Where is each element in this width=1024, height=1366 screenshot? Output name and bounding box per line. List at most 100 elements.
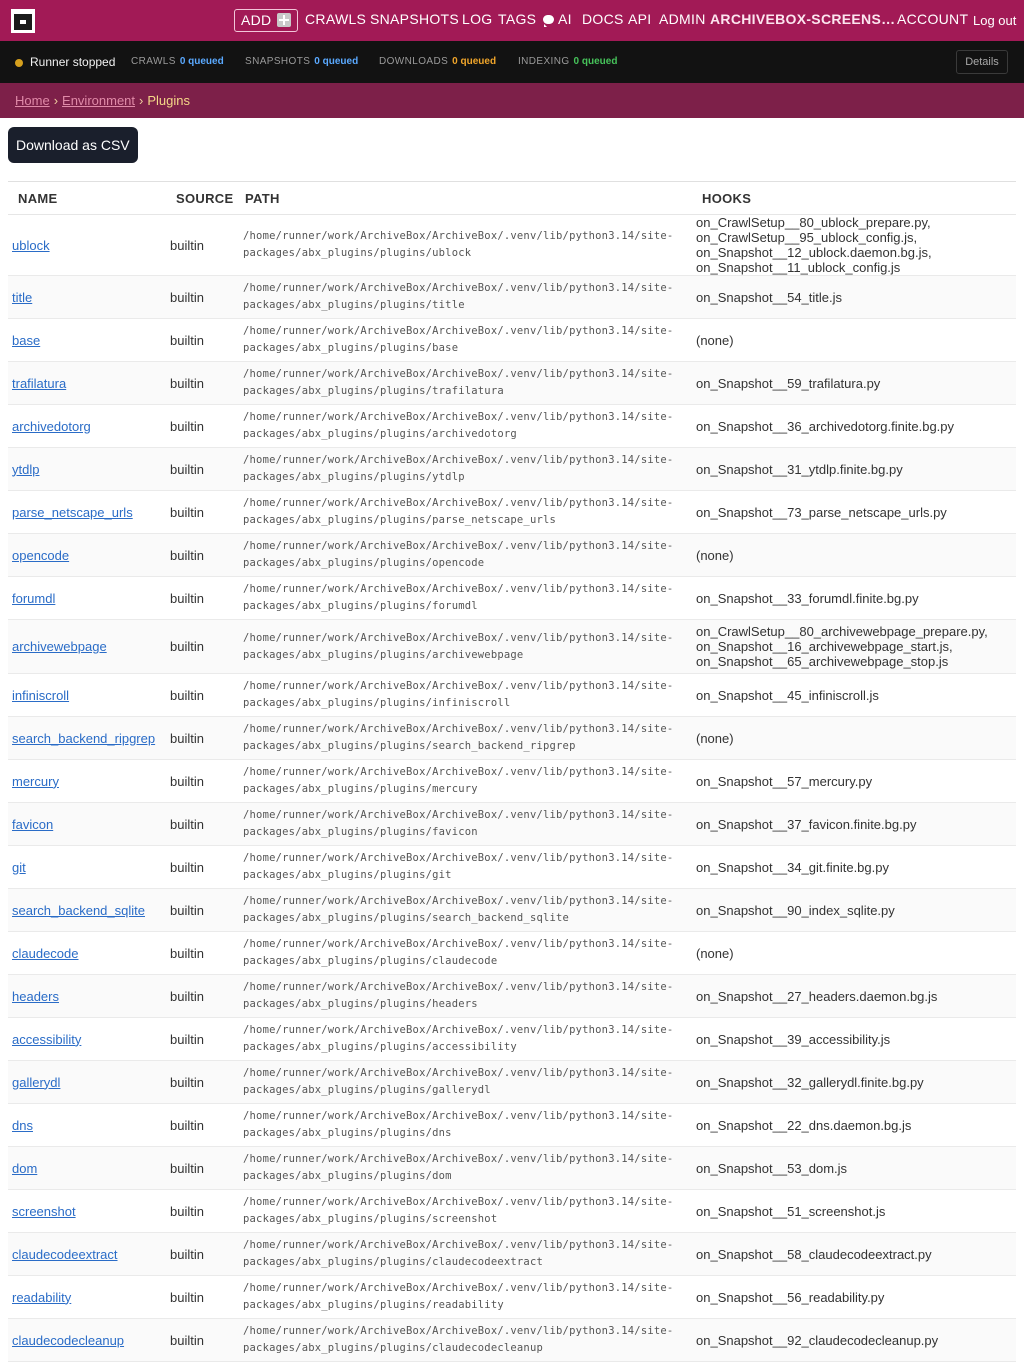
plugin-hooks: on_Snapshot__59_trafilatura.py [696, 362, 1016, 405]
plugin-name-link[interactable]: claudecode [12, 946, 79, 961]
plugin-source: builtin [170, 1074, 204, 1090]
plugin-name-link[interactable]: claudecodecleanup [12, 1333, 124, 1348]
plugin-name-link[interactable]: trafilatura [12, 376, 66, 391]
add-button[interactable]: ADD [234, 9, 299, 32]
logout-link[interactable]: Log out [973, 13, 1016, 28]
table-row: favicon builtin/home/runner/work/ArchiveB… [8, 802, 1016, 846]
table-row: claudecodecleanup builtin/home/runner/wor… [8, 1318, 1016, 1362]
plugin-name-link[interactable]: favicon [12, 817, 53, 832]
snapshots-stat-label: SNAPSHOTS [245, 56, 311, 67]
plugin-hooks: on_Snapshot__53_dom.js [696, 1147, 1016, 1190]
plugin-name-link[interactable]: git [12, 860, 26, 875]
hook-item: on_Snapshot__31_ytdlp.finite.bg.py [696, 461, 903, 477]
plugin-source: builtin [170, 773, 204, 789]
plugin-path: /home/runner/work/ArchiveBox/ArchiveBox/… [243, 938, 674, 967]
plugin-hooks: on_Snapshot__27_headers.daemon.bg.js [696, 975, 1016, 1018]
column-header-path[interactable]: PATH [243, 181, 696, 215]
plugin-path: /home/runner/work/ArchiveBox/ArchiveBox/… [243, 852, 674, 881]
plugin-name-link[interactable]: title [12, 290, 32, 305]
nav-docs[interactable]: DOCS [582, 11, 624, 27]
nav-api[interactable]: API [628, 11, 651, 27]
plugin-hooks: on_Snapshot__58_claudecodeextract.py [696, 1233, 1016, 1276]
plugin-name-cell: infiniscroll [8, 674, 170, 717]
table-row: ytdlp builtin/home/runner/work/ArchiveBox… [8, 447, 1016, 491]
plugin-hooks: on_CrawlSetup__80_ublock_prepare.py, on_C… [696, 215, 1016, 276]
plugin-name-link[interactable]: readability [12, 1290, 71, 1305]
plugin-name-link[interactable]: archivedotorg [12, 419, 91, 434]
plugin-hooks: on_Snapshot__22_dns.daemon.bg.js [696, 1104, 1016, 1147]
plugin-name-link[interactable]: accessibility [12, 1032, 81, 1047]
plugin-source: builtin [170, 1289, 204, 1305]
plugin-name-link[interactable]: search_backend_sqlite [12, 903, 145, 918]
hook-item: on_CrawlSetup__95_ublock_config.js, [696, 230, 918, 245]
plugin-source: builtin [170, 504, 204, 520]
nav-admin[interactable]: ADMIN [659, 11, 706, 27]
plugin-name-link[interactable]: base [12, 333, 40, 348]
plugin-source: builtin [170, 988, 204, 1004]
table-row: parse_netscape_urls builtin/home/runner/w… [8, 490, 1016, 534]
nav-account[interactable]: ACCOUNT [897, 11, 968, 27]
plugin-name-link[interactable]: gallerydl [12, 1075, 60, 1090]
table-row: archivedotorg builtin/home/runner/work/Ar… [8, 404, 1016, 448]
plugin-name-link[interactable]: dom [12, 1161, 37, 1176]
plugin-name-cell: parse_netscape_urls [8, 491, 170, 534]
table-row: base builtin/home/runner/work/ArchiveBox/… [8, 318, 1016, 362]
hook-item: on_Snapshot__45_infiniscroll.js [696, 687, 879, 703]
plugin-hooks: (none) [696, 319, 1016, 362]
nav-tags[interactable]: TAGS [498, 11, 536, 27]
details-button[interactable]: Details [956, 50, 1008, 74]
plugin-name-link[interactable]: claudecodeextract [12, 1247, 118, 1262]
plugin-name-link[interactable]: screenshot [12, 1204, 76, 1219]
table-row: archivewebpage builtin/home/runner/work/A… [8, 619, 1016, 674]
plugin-path: /home/runner/work/ArchiveBox/ArchiveBox/… [243, 1325, 674, 1354]
plugin-name-link[interactable]: headers [12, 989, 59, 1004]
table-row: gallerydl builtin/home/runner/work/Archiv… [8, 1060, 1016, 1104]
plugin-name-link[interactable]: forumdl [12, 591, 55, 606]
table-row: forumdl builtin/home/runner/work/ArchiveB… [8, 576, 1016, 620]
plugin-name-cell: readability [8, 1276, 170, 1319]
nav-snapshots[interactable]: SNAPSHOTS [370, 11, 459, 27]
plugin-path: /home/runner/work/ArchiveBox/ArchiveBox/… [243, 1024, 674, 1053]
hook-item: (none) [696, 332, 734, 348]
plugin-path: /home/runner/work/ArchiveBox/ArchiveBox/… [243, 1239, 674, 1268]
table-row: ublock builtin/home/runner/work/ArchiveBo… [8, 214, 1016, 276]
breadcrumb-environment[interactable]: Environment [62, 93, 135, 108]
plugin-name-link[interactable]: search_backend_ripgrep [12, 731, 155, 746]
hook-item: on_Snapshot__36_archivedotorg.finite.bg.… [696, 418, 955, 434]
plugin-name-link[interactable]: ytdlp [12, 462, 39, 477]
plugin-source: builtin [170, 461, 204, 477]
plugin-name-cell: headers [8, 975, 170, 1018]
nav-log[interactable]: LOG [462, 11, 492, 27]
column-header-source[interactable]: SOURCE [170, 181, 243, 215]
hook-item: on_Snapshot__32_gallerydl.finite.bg.py [696, 1074, 924, 1090]
plugin-name-cell: accessibility [8, 1018, 170, 1061]
breadcrumb-home[interactable]: Home [15, 93, 50, 108]
breadcrumb-separator: › [139, 93, 144, 108]
table-row: claudecode builtin/home/runner/work/Archi… [8, 931, 1016, 975]
column-header-hooks[interactable]: HOOKS [696, 181, 1016, 215]
nav-site-name[interactable]: ARCHIVEBOX-SCREENS… [710, 11, 895, 27]
plugin-source: builtin [170, 945, 204, 961]
crawls-stat: CRAWLS 0 queued [131, 56, 224, 67]
column-header-name[interactable]: NAME [8, 181, 170, 215]
archivebox-logo-icon[interactable] [11, 9, 35, 33]
plugin-source: builtin [170, 687, 204, 703]
plugin-hooks: on_Snapshot__56_readability.py [696, 1276, 1016, 1319]
plugin-name-link[interactable]: archivewebpage [12, 639, 107, 654]
plugin-name-link[interactable]: ublock [12, 238, 50, 253]
plugin-source: builtin [170, 902, 204, 918]
plugin-path: /home/runner/work/ArchiveBox/ArchiveBox/… [243, 411, 674, 440]
table-row: dns builtin/home/runner/work/ArchiveBox/A… [8, 1103, 1016, 1147]
plugin-hooks: on_Snapshot__51_screenshot.js [696, 1190, 1016, 1233]
plugin-name-link[interactable]: mercury [12, 774, 59, 789]
plugin-hooks: on_Snapshot__33_forumdl.finite.bg.py [696, 577, 1016, 620]
plugin-name-link[interactable]: dns [12, 1118, 33, 1133]
plugin-name-link[interactable]: infiniscroll [12, 688, 69, 703]
plugin-hooks: on_Snapshot__54_title.js [696, 276, 1016, 319]
download-csv-button[interactable]: Download as CSV [8, 127, 138, 163]
plugin-source: builtin [170, 375, 204, 391]
nav-ai[interactable]: AI [543, 11, 572, 27]
nav-crawls[interactable]: CRAWLS [305, 11, 366, 27]
plugin-name-link[interactable]: opencode [12, 548, 69, 563]
plugin-name-link[interactable]: parse_netscape_urls [12, 505, 133, 520]
